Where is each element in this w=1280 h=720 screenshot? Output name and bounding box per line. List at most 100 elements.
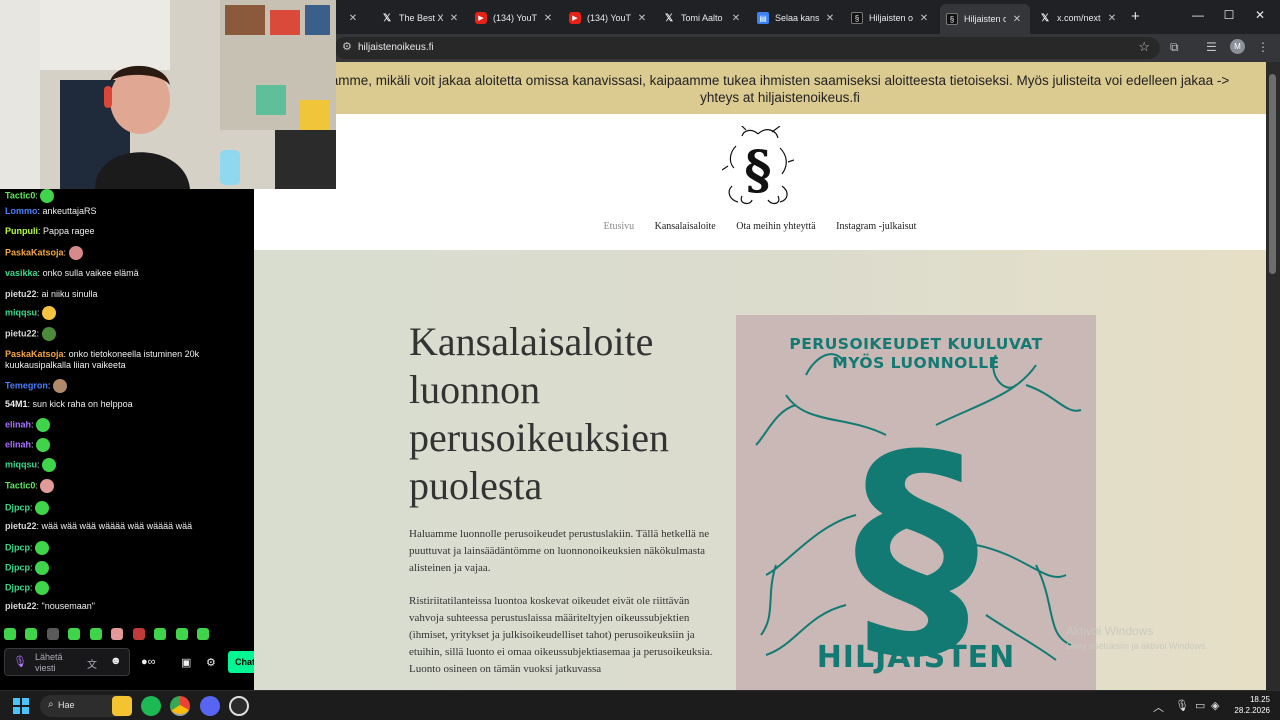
chat-username[interactable]: Tactic0 [5, 190, 35, 200]
chat-username[interactable]: elinah [5, 439, 31, 449]
chat-username[interactable]: Djpcp [5, 542, 30, 552]
channel-points-icon[interactable]: ●∞ [141, 656, 156, 668]
bookmark-star-icon[interactable]: ☆ [1138, 39, 1150, 55]
taskbar-clock[interactable]: 18.25 28.2.2026 [1228, 694, 1270, 716]
poster-brand: HILJAISTEN [816, 640, 1016, 675]
page-scrollbar[interactable] [1266, 62, 1280, 690]
chat-username[interactable]: Djpcp [5, 582, 30, 592]
nav-link-instagram[interactable]: Instagram -julkaisut [836, 221, 916, 232]
tab-close-icon[interactable]: ✕ [447, 13, 461, 24]
chat-username[interactable]: 54M1 [5, 399, 28, 409]
chat-message: pietu22: wää wää wää wääää wää wääää wää [5, 521, 249, 532]
new-tab-icon[interactable]: + [1131, 9, 1140, 25]
display-tray-icon[interactable]: ▭ [1195, 699, 1205, 712]
spotify-icon[interactable] [141, 696, 161, 716]
chat-send-button[interactable]: Chat [228, 651, 254, 673]
chat-username[interactable]: Lommo [5, 206, 38, 216]
nav-link-contact[interactable]: Ota meihin yhteyttä [736, 221, 815, 232]
nav-link-etusivu[interactable]: Etusivu [604, 221, 635, 232]
site-logo[interactable]: § [722, 126, 794, 206]
chat-username[interactable]: pietu22 [5, 328, 37, 338]
emote-button[interactable] [132, 628, 145, 640]
tab-close-icon[interactable]: ✕ [917, 13, 931, 24]
obs-icon[interactable] [229, 696, 249, 716]
browser-tab[interactable]: ✕ [336, 6, 374, 30]
tab-close-icon[interactable]: ✕ [729, 13, 743, 24]
tab-close-icon[interactable]: ✕ [346, 13, 360, 24]
chat-username[interactable]: miqqsu [5, 307, 37, 317]
browser-tab[interactable]: ▶ (134) YouTube ✕ [469, 6, 561, 30]
emote-button[interactable] [197, 628, 210, 640]
browser-tab[interactable]: ▤ Selaa kansalai ✕ [751, 6, 843, 30]
chat-input-placeholder: Lähetä viesti [35, 652, 63, 673]
windows-start-icon[interactable] [13, 698, 29, 714]
chat-username[interactable]: Tactic0 [5, 480, 35, 490]
extensions-icon[interactable]: ⧉ [1170, 40, 1179, 55]
file-explorer-icon[interactable] [112, 696, 132, 716]
chrome-icon[interactable] [170, 696, 190, 716]
discord-icon[interactable] [200, 696, 220, 716]
chat-message-text: Pappa ragee [43, 226, 95, 236]
emote-button[interactable] [111, 628, 124, 640]
site-info-icon[interactable]: ⚙ [342, 40, 352, 53]
tab-close-icon[interactable]: ✕ [1010, 14, 1024, 25]
chat-username[interactable]: PaskaKatsoja [5, 349, 64, 359]
tab-close-icon[interactable]: ✕ [823, 13, 837, 24]
browser-tab[interactable]: 𝕏 x.com/nexta ✕ [1033, 6, 1125, 30]
chat-settings-gear-icon[interactable]: ⚙ [206, 656, 216, 669]
chat-username[interactable]: Djpcp [5, 502, 30, 512]
profile-avatar[interactable]: M [1230, 39, 1245, 54]
chat-username[interactable]: miqqsu [5, 459, 37, 469]
media-controls-icon[interactable]: ☰ [1206, 40, 1217, 54]
chat-message: Temegron: [5, 379, 249, 393]
chat-input[interactable]: 🎙︎ Lähetä viesti 文 ☻ [4, 648, 130, 676]
microphone-icon[interactable]: 🎙︎ [13, 655, 27, 668]
chat-message: miqqsu: [5, 306, 249, 320]
chat-username[interactable]: pietu22 [5, 521, 37, 531]
browser-tab[interactable]: 𝕏 Tomi Aalto X ✕ [657, 6, 749, 30]
chat-message: Djpcp: [5, 501, 249, 515]
chat-username[interactable]: vasikka [5, 268, 38, 278]
menu-dots-icon[interactable]: ⋮ [1257, 40, 1269, 54]
chat-username[interactable]: pietu22 [5, 289, 37, 299]
emote-button[interactable] [154, 628, 167, 640]
chat-username[interactable]: Temegron [5, 380, 48, 390]
gift-icon[interactable]: ▣ [181, 656, 191, 669]
close-window-icon[interactable]: ✕ [1250, 8, 1270, 22]
minimize-icon[interactable]: — [1188, 8, 1208, 22]
browser-tab[interactable]: 𝕏 The Best Xss ✕ [375, 6, 467, 30]
browser-tab-active[interactable]: § Hiljaisten oike ✕ [940, 4, 1030, 34]
chat-message: elinah: [5, 418, 249, 432]
microphone-tray-icon[interactable]: 🎙︎ [1175, 699, 1189, 712]
youtube-icon: ▶ [569, 12, 581, 24]
tray-overflow-chevron-icon[interactable]: ︿ [1153, 699, 1164, 715]
emote-button[interactable] [175, 628, 188, 640]
nav-link-kansalaisaloite[interactable]: Kansalaisaloite [655, 221, 716, 232]
chat-message-text: ai niiku sinulla [41, 289, 98, 299]
tab-close-icon[interactable]: ✕ [1105, 13, 1119, 24]
emote-button[interactable] [25, 628, 38, 640]
emote-button[interactable] [46, 628, 59, 640]
browser-tab[interactable]: § Hiljaisten oike ✕ [845, 6, 937, 30]
chat-message: pietu22: [5, 327, 249, 341]
emote-button[interactable] [89, 628, 102, 640]
emoji-icon[interactable]: ☻ [110, 655, 122, 667]
chat-username[interactable]: Punpuli [5, 226, 38, 236]
chat-message: PaskaKatsoja: onko tietokoneella istumin… [5, 349, 249, 371]
browser-tab[interactable]: ▶ (134) YouTube ✕ [563, 6, 655, 30]
translate-icon[interactable]: 文 [87, 656, 97, 671]
scrollbar-thumb[interactable] [1269, 74, 1276, 274]
network-icon[interactable]: ◈ [1211, 699, 1219, 712]
maximize-icon[interactable]: ☐ [1219, 8, 1239, 22]
chat-username[interactable]: elinah [5, 419, 31, 429]
url-text[interactable]: hiljaistenoikeus.fi [358, 42, 434, 53]
address-bar[interactable]: ⚙ hiljaistenoikeus.fi ☆ [334, 37, 1160, 59]
emote-button[interactable] [4, 628, 16, 640]
chat-username[interactable]: PaskaKatsoja [5, 247, 64, 257]
emote-button[interactable] [68, 628, 81, 640]
tab-close-icon[interactable]: ✕ [635, 13, 649, 24]
chat-message-text: ankeuttajaRS [42, 206, 97, 216]
tab-close-icon[interactable]: ✕ [541, 13, 555, 24]
chat-username[interactable]: Djpcp [5, 562, 30, 572]
chat-username[interactable]: pietu22 [5, 601, 37, 611]
